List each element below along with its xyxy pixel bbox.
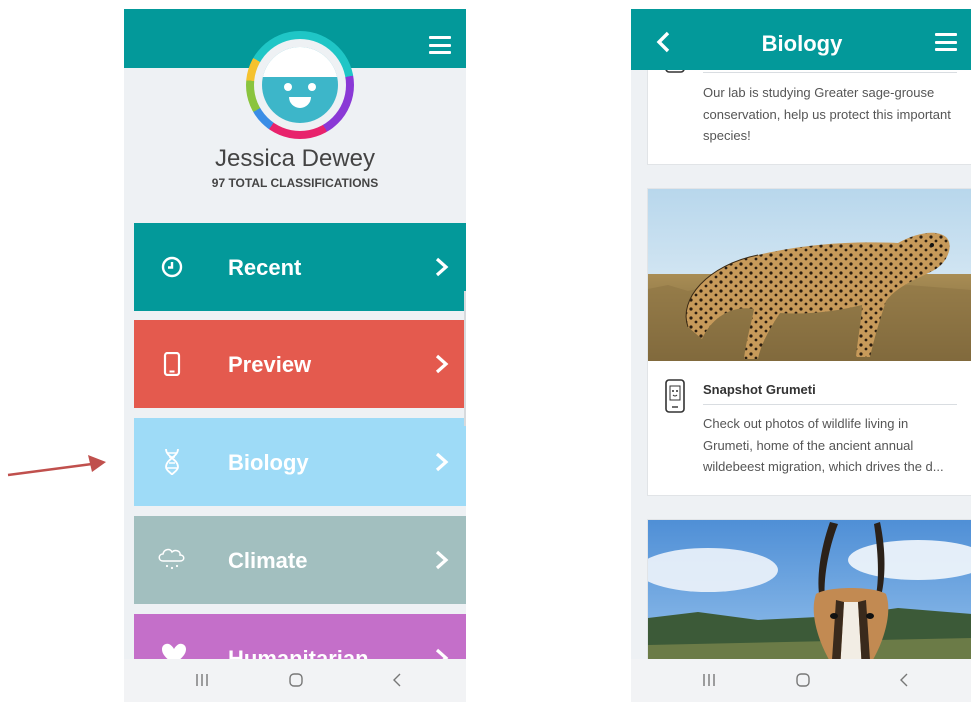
annotation-arrow [7,455,106,477]
avatar[interactable] [246,31,354,139]
rain-cloud-icon [158,548,185,570]
description-line: Grumeti, home of the ancient annual [703,437,914,453]
project-name: Snapshot Grumeti [703,382,816,397]
top-app-bar: Biology [631,9,971,70]
card-divider [703,72,957,73]
chevron-right-icon [435,354,449,374]
project-description: Check out photos of wildlife living in G… [703,413,963,478]
classification-count: 97 TOTAL CLASSIFICATIONS [211,176,379,190]
category-climate[interactable]: Climate [134,516,466,604]
smartphone-icon [163,352,181,376]
antelope-photo [648,520,971,680]
chevron-right-icon [435,550,449,570]
category-preview[interactable]: Preview [134,320,466,408]
card-divider [703,404,957,405]
chevron-right-icon [435,257,449,277]
home-icon[interactable] [288,672,304,688]
profile-name: Jessica Dewey [214,145,376,172]
back-icon[interactable] [897,672,913,688]
system-navigation-bar [124,659,466,702]
category-label: Preview [228,352,312,377]
dna-icon [165,448,179,476]
page-title: Biology [761,31,843,56]
home-icon[interactable] [795,672,811,688]
category-label: Recent [228,255,302,280]
hamburger-icon[interactable] [429,36,451,54]
description-line: Check out photos of wildlife living in [703,416,909,431]
phone-screen-biology: Our lab is studying Greater sage-grouse … [631,9,971,702]
zooniverse-face-icon [262,47,338,123]
category-label: Climate [228,548,308,573]
category-biology[interactable]: Biology [134,418,466,506]
recent-apps-icon[interactable] [194,672,210,688]
scroll-edge-handle [464,291,466,426]
phone-screen-menu: Jessica Dewey 97 TOTAL CLASSIFICATIONS R… [124,9,466,702]
system-navigation-bar [631,659,971,702]
project-description: Our lab is studying Greater sage-grouse … [703,85,951,143]
clock-icon [161,256,183,278]
description-line: wildebeest migration, which drives the d… [703,459,944,474]
smartphone-icon [665,379,685,413]
hamburger-icon[interactable] [935,33,957,51]
chevron-right-icon [435,452,449,472]
back-icon[interactable] [390,672,406,688]
cheetah-photo [648,189,971,361]
project-card[interactable] [647,519,971,681]
project-card-snapshot-grumeti[interactable]: Snapshot Grumeti Check out photos of wil… [647,188,971,496]
category-label: Biology [228,450,309,475]
recent-apps-icon[interactable] [701,672,717,688]
category-recent[interactable]: Recent [134,223,466,311]
